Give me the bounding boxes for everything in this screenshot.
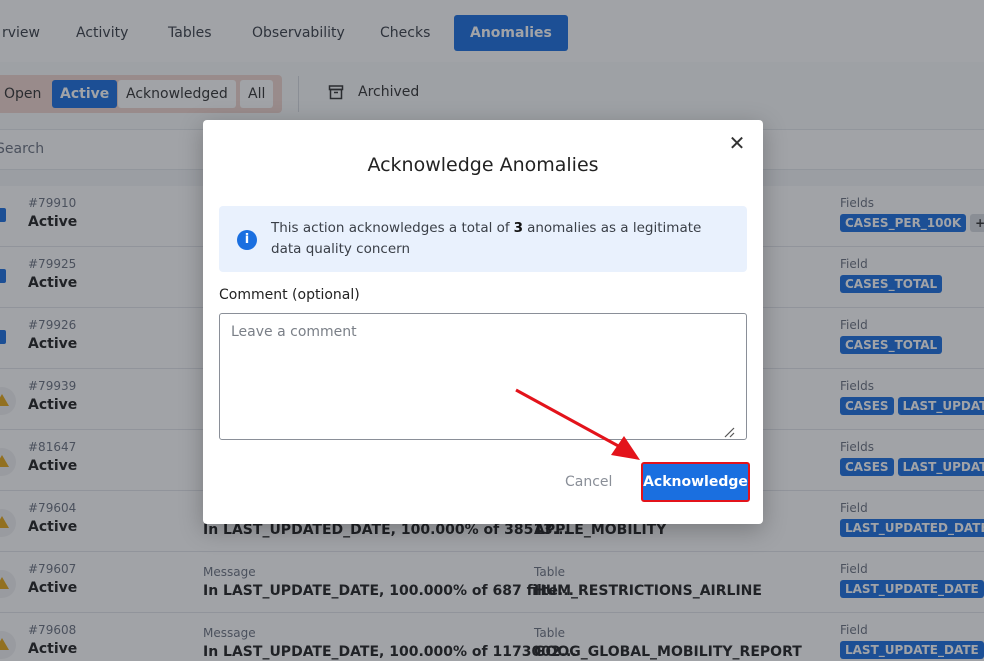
info-prefix: This action acknowledges a total of — [271, 220, 510, 236]
dialog-title: Acknowledge Anomalies — [367, 154, 599, 176]
acknowledge-dialog: ✕ Acknowledge Anomalies i This action ac… — [203, 120, 763, 524]
cancel-button[interactable]: Cancel — [557, 470, 620, 494]
comment-input[interactable] — [219, 313, 747, 440]
comment-label: Comment (optional) — [219, 287, 360, 303]
info-icon: i — [237, 230, 257, 250]
anomaly-count: 3 — [513, 220, 524, 236]
acknowledge-button[interactable]: Acknowledge — [641, 462, 750, 502]
info-message: This action acknowledges a total of 3 anom… — [271, 218, 731, 260]
resize-grip-icon[interactable] — [723, 426, 735, 438]
info-banner: i This action acknowledges a total of 3 an… — [219, 206, 747, 272]
close-icon[interactable]: ✕ — [725, 132, 749, 156]
